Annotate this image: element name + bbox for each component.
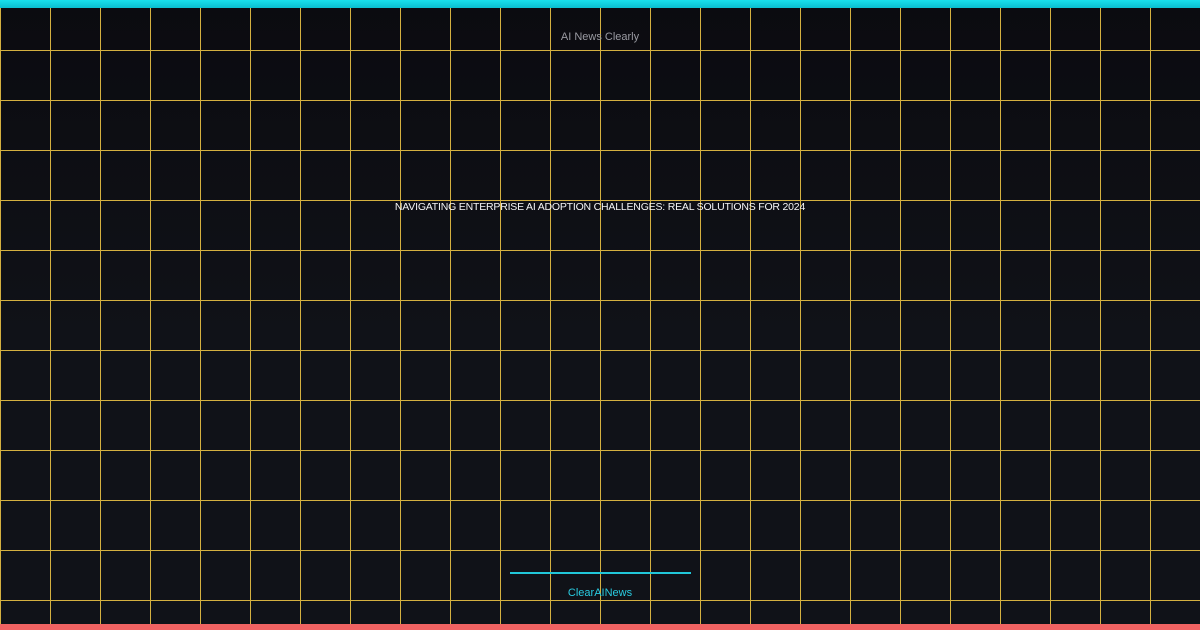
background-grid: [0, 0, 1200, 630]
brand-underline: [510, 572, 691, 574]
site-name: AI News Clearly: [560, 31, 640, 43]
bottom-accent-bar: [0, 624, 1200, 630]
top-accent-bar: [0, 0, 1200, 8]
social-share-card: AI News Clearly NAVIGATING ENTERPRISE AI…: [0, 0, 1200, 630]
brand-name: ClearAINews: [567, 587, 633, 599]
article-headline: NAVIGATING ENTERPRISE AI ADOPTION CHALLE…: [394, 201, 806, 213]
